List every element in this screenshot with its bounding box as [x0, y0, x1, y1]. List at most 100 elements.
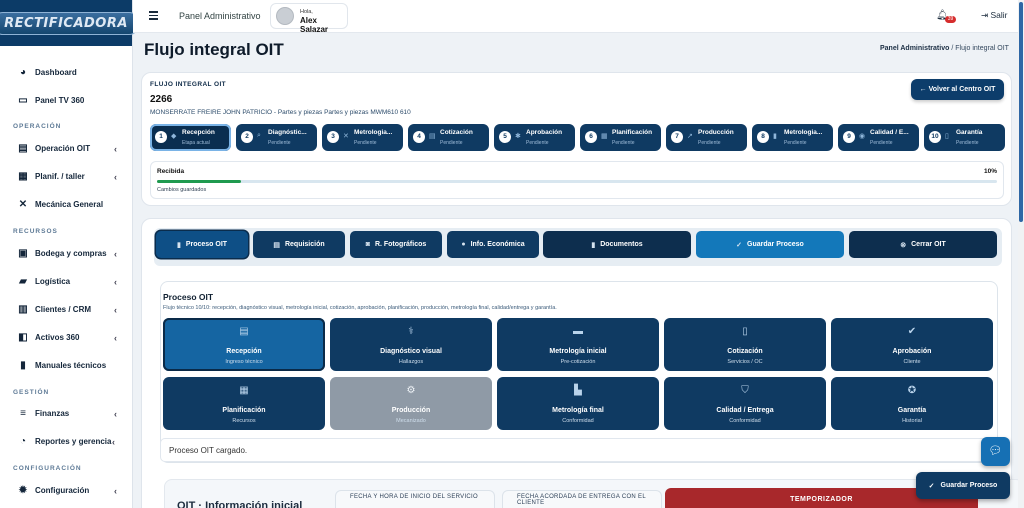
progress-track	[157, 180, 997, 183]
step-status: Pendiente	[354, 140, 377, 146]
step-planificacion[interactable]: 6 ▦ Planificación Pendiente	[580, 124, 661, 151]
tile-name: Metrología inicial	[549, 348, 607, 355]
building-icon: ▥	[18, 303, 28, 315]
ruler-combined-icon: ▮	[773, 133, 777, 140]
delivery-date-field[interactable]: FECHA ACORDADA DE ENTREGA CON EL CLIENTE	[502, 490, 662, 508]
user-menu[interactable]: Hola, Alex Salazar	[270, 3, 348, 34]
tile-diagnostico[interactable]: ⚕ Diagnóstico visual Hallazgos	[330, 318, 492, 371]
start-datetime-field[interactable]: FECHA Y HORA DE INICIO DEL SERVICIO	[335, 490, 495, 508]
sidebar-item-dashboard[interactable]: ◕ Dashboard	[0, 59, 133, 86]
tile-name: Diagnóstico visual	[380, 348, 442, 355]
step-metrologia-inicial[interactable]: 3 ✕ Metrologia... Pendiente	[322, 124, 403, 151]
step-number: 9	[843, 131, 855, 143]
dashboard-icon: ◕	[19, 66, 27, 78]
step-name: Aprobación	[526, 129, 563, 136]
sidebar-item-activos[interactable]: ◧ Activos 360 ‹	[0, 324, 133, 351]
sidebar-item-finanzas[interactable]: ≡ Finanzas ‹	[0, 400, 133, 427]
step-status: Pendiente	[870, 140, 893, 146]
logout-button[interactable]: ⇥ Salir	[981, 10, 1008, 21]
step-calidad[interactable]: 9 ◉ Calidad / E... Pendiente	[838, 124, 919, 151]
chevron-left-icon: ‹	[114, 171, 117, 182]
tile-garantia[interactable]: ✪ Garantía Historial	[831, 377, 993, 430]
sidebar-item-label: Activos 360	[35, 333, 80, 342]
step-name: Metrologia...	[354, 129, 393, 136]
section-description: Flujo técnico 10/10: recepción, diagnóst…	[163, 305, 557, 311]
chat-icon: 💬︎	[988, 445, 1003, 457]
ruler-icon: ▬	[573, 326, 583, 337]
topbar-title: Panel Administrativo	[179, 11, 261, 21]
sidebar-item-panel-tv[interactable]: ▭ Panel TV 360	[0, 87, 133, 114]
documents-button[interactable]: ▮ Documentos	[543, 231, 691, 258]
chevron-left-icon: ‹	[114, 276, 117, 287]
gears-icon: ⚙	[406, 385, 416, 396]
monitor-icon: ▭	[18, 94, 28, 106]
file-icon: ▮	[176, 241, 181, 249]
sidebar-item-manuales[interactable]: ▮ Manuales técnicos	[0, 352, 133, 379]
back-to-center-button[interactable]: ← Volver al Centro OIT	[911, 79, 1004, 100]
tile-produccion[interactable]: ⚙ Producción Mecanizado	[330, 377, 492, 430]
save-process-button[interactable]: ✓ Guardar Proceso	[696, 231, 844, 258]
floating-save-button[interactable]: ✓ Guardar Proceso	[916, 472, 1010, 499]
progress-note: Cambios guardados	[157, 187, 207, 193]
check-circle-icon: ◉	[859, 133, 866, 140]
tile-cotizacion[interactable]: ▯ Cotización Servicios / OC	[664, 318, 826, 371]
tab-info-economica[interactable]: ● Info. Económica	[447, 231, 539, 258]
flow-card: FLUJO INTEGRAL OIT 2266 MONSERRATE FREIR…	[141, 72, 1012, 206]
notification-badge: 39	[945, 16, 956, 23]
close-oit-button[interactable]: ⊗ Cerrar OIT	[849, 231, 997, 258]
hamburger-menu-icon[interactable]	[149, 11, 158, 20]
truck-icon: ▰	[19, 275, 27, 287]
sidebar-item-label: Mecánica General	[35, 200, 104, 209]
step-cotizacion[interactable]: 4 ▤ Cotización Pendiente	[408, 124, 489, 151]
step-status: Pendiente	[698, 140, 721, 146]
tab-proceso-oit[interactable]: ▮ Proceso OIT	[156, 231, 248, 258]
step-garantia[interactable]: 10 ▯ Garantía Pendiente	[924, 124, 1005, 151]
chevron-left-icon: ‹	[114, 408, 117, 419]
page-title: Flujo integral OIT	[144, 40, 284, 59]
info-panel: OIT · Información inicial FECHA Y HORA D…	[164, 479, 1024, 508]
sidebar-item-configuracion[interactable]: ✹ Configuración ‹	[0, 477, 133, 504]
scroll-thumb[interactable]	[1019, 2, 1023, 222]
tab-label: R. Fotográficos	[374, 241, 427, 248]
sidebar-item-clientes[interactable]: ▥ Clientes / CRM ‹	[0, 296, 133, 323]
tile-aprobacion[interactable]: ✔ Aprobación Cliente	[831, 318, 993, 371]
step-metrologia-final[interactable]: 8 ▮ Metrologia... Pendiente	[752, 124, 833, 151]
section-gestion: GESTIÓN	[13, 389, 50, 396]
tile-sub: Recursos	[232, 418, 256, 424]
tile-metrologia-final[interactable]: ▙ Metrología final Conformidad	[497, 377, 659, 430]
step-produccion[interactable]: 7 ↗ Producción Pendiente	[666, 124, 747, 151]
sidebar-item-bodega[interactable]: ▣ Bodega y compras ‹	[0, 240, 133, 267]
scrollbar[interactable]	[1018, 0, 1024, 508]
brand-logo: RECTIFICADORA	[0, 11, 139, 35]
step-aprobacion[interactable]: 5 ✱ Aprobación Pendiente	[494, 124, 575, 151]
tab-registros-fotograficos[interactable]: ◙ R. Fotográficos	[350, 231, 442, 258]
step-number: 7	[671, 131, 683, 143]
tile-name: Aprobación	[892, 348, 932, 355]
logo-box[interactable]: RECTIFICADORA	[0, 0, 139, 46]
breadcrumb-root[interactable]: Panel Administrativo	[880, 45, 949, 52]
document-icon: ▮	[591, 241, 596, 249]
tile-metrologia-inicial[interactable]: ▬ Metrología inicial Pre-cotización	[497, 318, 659, 371]
step-diagnostico[interactable]: 2 ⌕ Diagnóstic... Pendiente	[236, 124, 317, 151]
step-recepcion[interactable]: 1 ◆ Recepción Etapa actual	[150, 124, 231, 151]
ruler-combined-icon: ▙	[574, 385, 582, 396]
sidebar-item-label: Clientes / CRM	[35, 305, 92, 314]
tile-calidad-entrega[interactable]: ⛉ Calidad / Entrega Conformidad	[664, 377, 826, 430]
tile-name: Planificación	[222, 407, 266, 414]
step-name: Calidad / E...	[870, 129, 909, 136]
step-name: Recepción	[182, 129, 215, 136]
step-name: Garantía	[956, 129, 983, 136]
sidebar-item-reportes[interactable]: ◔ Reportes y gerencia ‹	[0, 428, 133, 455]
sidebar-item-logistica[interactable]: ▰ Logística ‹	[0, 268, 133, 295]
sidebar-item-mecanica[interactable]: ✕ Mecánica General	[0, 191, 133, 218]
tile-recepcion[interactable]: ▤ Recepción Ingreso técnico	[163, 318, 325, 371]
sidebar-item-planif[interactable]: ▦ Planif. / taller ‹	[0, 163, 133, 190]
field-label: FECHA ACORDADA DE ENTREGA CON EL CLIENTE	[517, 494, 646, 506]
tile-sub: Conformidad	[562, 418, 594, 424]
chat-button[interactable]: 💬︎	[981, 437, 1010, 466]
check-icon: ✓	[928, 482, 935, 490]
tab-requisicion[interactable]: ▤ Requisición	[253, 231, 345, 258]
sidebar-item-operacion-oit[interactable]: ▤ Operación OIT ‹	[0, 135, 133, 162]
gear-icon: ✹	[18, 484, 28, 496]
tile-planificacion[interactable]: ▦ Planificación Recursos	[163, 377, 325, 430]
